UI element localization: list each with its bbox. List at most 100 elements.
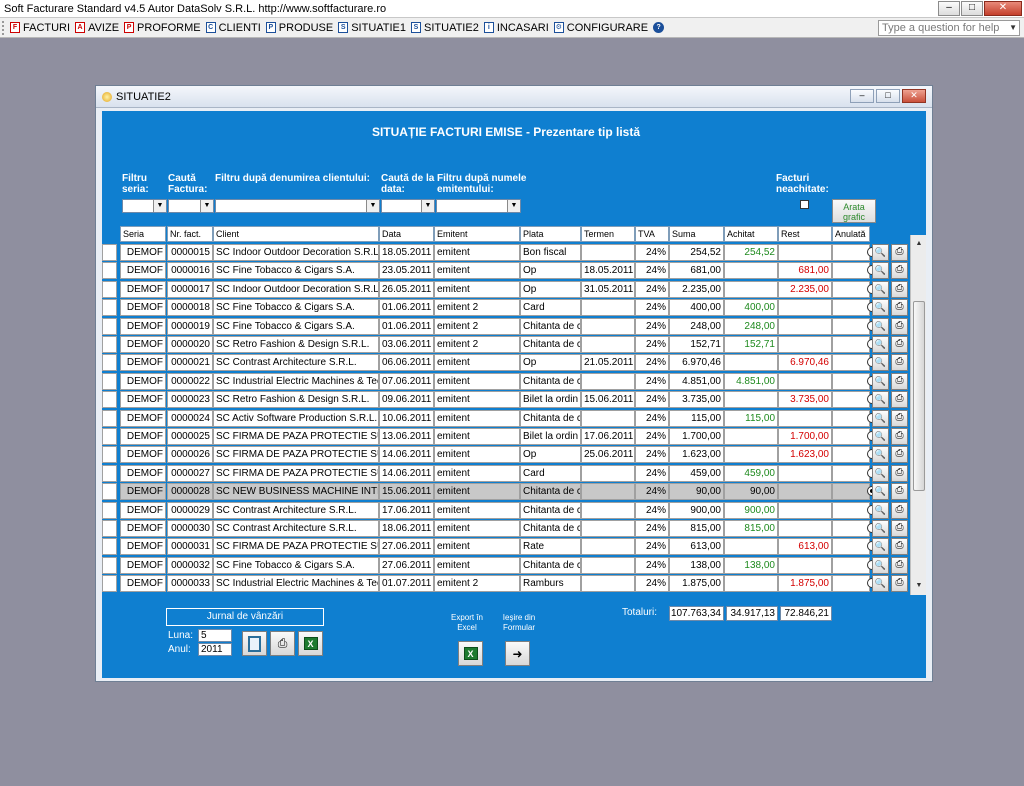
anul-input[interactable]: 2011 xyxy=(198,643,232,656)
menu-produse[interactable]: P PRODUSE xyxy=(265,19,337,37)
preview-icon[interactable]: 🔍 xyxy=(872,556,889,574)
help-search-input[interactable]: Type a question for help ▼ xyxy=(878,20,1020,36)
preview-icon[interactable]: 🔍 xyxy=(872,464,889,482)
arata-grafic-button[interactable]: Arata grafic xyxy=(832,199,876,223)
row-selector[interactable] xyxy=(102,299,117,317)
row-selector[interactable] xyxy=(102,372,117,390)
chevron-down-icon[interactable]: ▼ xyxy=(1009,21,1017,35)
preview-icon[interactable]: 🔍 xyxy=(872,317,889,335)
child-close-button[interactable]: ✕ xyxy=(902,89,926,103)
menu-avize[interactable]: A AVIZE xyxy=(74,19,123,37)
table-row[interactable]: DEMOF 0000029 SC Contrast Architecture S.R… xyxy=(102,501,910,519)
printer-icon[interactable]: ⎙ xyxy=(891,538,908,556)
data-combo[interactable]: ▼ xyxy=(381,199,435,213)
chevron-down-icon[interactable]: ▼ xyxy=(200,200,213,212)
scroll-thumb[interactable] xyxy=(913,301,925,491)
printer-icon[interactable]: ⎙ xyxy=(891,428,908,445)
iesire-button[interactable]: ➜ xyxy=(505,641,530,666)
minimize-button[interactable]: – xyxy=(938,1,960,16)
grid-scrollbar[interactable]: ▲ ▼ xyxy=(910,235,926,595)
printer-icon[interactable]: ⎙ xyxy=(891,336,908,353)
printer-icon[interactable]: ⎙ xyxy=(891,520,908,537)
row-selector[interactable] xyxy=(102,262,117,280)
table-row[interactable]: DEMOF 0000025 SC FIRMA DE PAZA PROTECTIE S… xyxy=(102,427,910,445)
toolbar-grip[interactable] xyxy=(2,20,6,35)
table-row[interactable]: DEMOF 0000020 SC Retro Fashion & Design S.… xyxy=(102,335,910,353)
printer-icon[interactable]: ⎙ xyxy=(891,501,908,519)
row-selector[interactable] xyxy=(102,317,117,335)
table-row[interactable]: DEMOF 0000022 SC Industrial Electric Machi… xyxy=(102,372,910,390)
printer-icon[interactable]: ⎙ xyxy=(891,575,908,593)
preview-icon[interactable]: 🔍 xyxy=(872,391,889,409)
scroll-up-icon[interactable]: ▲ xyxy=(913,237,925,251)
child-minimize-button[interactable]: – xyxy=(850,89,874,103)
factura-combo[interactable]: ▼ xyxy=(168,199,214,213)
table-row[interactable]: DEMOF0000034SC Bio Agro Concept S.R.L.01… xyxy=(102,593,910,594)
menu-proforme[interactable]: P PROFORME xyxy=(123,19,205,37)
export-excel-button[interactable]: X xyxy=(458,641,483,666)
table-row[interactable]: DEMOF 0000023 SC Retro Fashion & Design S.… xyxy=(102,390,910,409)
preview-icon[interactable]: 🔍 xyxy=(872,299,889,317)
row-selector[interactable] xyxy=(102,464,117,482)
printer-icon[interactable]: ⎙ xyxy=(891,556,908,574)
row-selector[interactable] xyxy=(102,556,117,574)
jurnal-excel-button[interactable]: X xyxy=(298,631,323,656)
preview-icon[interactable]: 🔍 xyxy=(872,262,889,280)
printer-icon[interactable]: ⎙ xyxy=(891,317,908,335)
table-row[interactable]: DEMOF 0000031 SC FIRMA DE PAZA PROTECTIE S… xyxy=(102,537,910,556)
close-button[interactable]: ✕ xyxy=(984,1,1022,16)
printer-icon[interactable]: ⎙ xyxy=(891,244,908,261)
printer-icon[interactable]: ⎙ xyxy=(891,409,908,427)
row-selector[interactable] xyxy=(102,391,117,409)
row-selector[interactable] xyxy=(102,446,117,464)
scroll-down-icon[interactable]: ▼ xyxy=(913,579,925,593)
table-row[interactable]: DEMOF 0000016 SC Fine Tobacco & Cigars S.A… xyxy=(102,261,910,280)
menu-clienti[interactable]: C CLIENTI xyxy=(205,19,265,37)
printer-icon[interactable]: ⎙ xyxy=(891,262,908,280)
jurnal-view-button[interactable] xyxy=(242,631,267,656)
row-selector[interactable] xyxy=(102,409,117,427)
table-row[interactable]: DEMOF 0000027 SC FIRMA DE PAZA PROTECTIE S… xyxy=(102,464,910,482)
jurnal-print-button[interactable]: ⎙ xyxy=(270,631,295,656)
child-restore-button[interactable]: □ xyxy=(876,89,900,103)
preview-icon[interactable]: 🔍 xyxy=(872,501,889,519)
table-row[interactable]: DEMOF 0000015 SC Indoor Outdoor Decoration… xyxy=(102,243,910,261)
emitent-combo[interactable]: ▼ xyxy=(436,199,521,213)
row-selector[interactable] xyxy=(102,501,117,519)
preview-icon[interactable]: 🔍 xyxy=(872,575,889,593)
chevron-down-icon[interactable]: ▼ xyxy=(507,200,520,212)
menu-facturi[interactable]: F FACTURI xyxy=(9,19,74,37)
table-row[interactable]: DEMOF 0000026 SC FIRMA DE PAZA PROTECTIE S… xyxy=(102,445,910,464)
seria-combo[interactable]: ▼ xyxy=(122,199,167,213)
preview-icon[interactable]: 🔍 xyxy=(872,520,889,537)
table-row[interactable]: DEMOF 0000021 SC Contrast Architecture S.R… xyxy=(102,353,910,372)
table-row[interactable]: DEMOF 0000017 SC Indoor Outdoor Decoration… xyxy=(102,280,910,298)
table-row[interactable]: DEMOF 0000030 SC Contrast Architecture S.R… xyxy=(102,519,910,537)
table-row[interactable]: DEMOF0000028SC NEW BUSINESS MACHINE INTE… xyxy=(102,482,910,501)
printer-icon[interactable]: ⎙ xyxy=(891,483,908,501)
menu-situatie2[interactable]: S SITUATIE2 xyxy=(410,19,483,37)
table-row[interactable]: DEMOF 0000032 SC Fine Tobacco & Cigars S.A… xyxy=(102,556,910,574)
menu-situatie1[interactable]: S SITUATIE1 xyxy=(337,19,410,37)
row-selector[interactable] xyxy=(102,428,117,445)
preview-icon[interactable]: 🔍 xyxy=(872,483,889,501)
chevron-down-icon[interactable]: ▼ xyxy=(421,200,434,212)
row-selector[interactable] xyxy=(102,354,117,372)
row-selector[interactable] xyxy=(102,520,117,537)
row-selector[interactable] xyxy=(102,483,117,501)
client-combo[interactable]: ▼ xyxy=(215,199,380,213)
menu-configurare[interactable]: ⚙ CONFIGURARE xyxy=(553,19,652,37)
menu-incasari[interactable]: i INCASARI xyxy=(483,19,553,37)
row-selector[interactable] xyxy=(102,538,117,556)
chevron-down-icon[interactable]: ▼ xyxy=(153,200,166,212)
maximize-button[interactable]: □ xyxy=(961,1,983,16)
printer-icon[interactable]: ⎙ xyxy=(891,280,908,298)
preview-icon[interactable]: 🔍 xyxy=(872,446,889,464)
preview-icon[interactable]: 🔍 xyxy=(872,354,889,372)
preview-icon[interactable]: 🔍 xyxy=(872,372,889,390)
row-selector[interactable] xyxy=(102,244,117,261)
preview-icon[interactable]: 🔍 xyxy=(872,336,889,353)
printer-icon[interactable]: ⎙ xyxy=(891,372,908,390)
table-row[interactable]: DEMOF 0000019 SC Fine Tobacco & Cigars S.A… xyxy=(102,317,910,335)
printer-icon[interactable]: ⎙ xyxy=(891,464,908,482)
